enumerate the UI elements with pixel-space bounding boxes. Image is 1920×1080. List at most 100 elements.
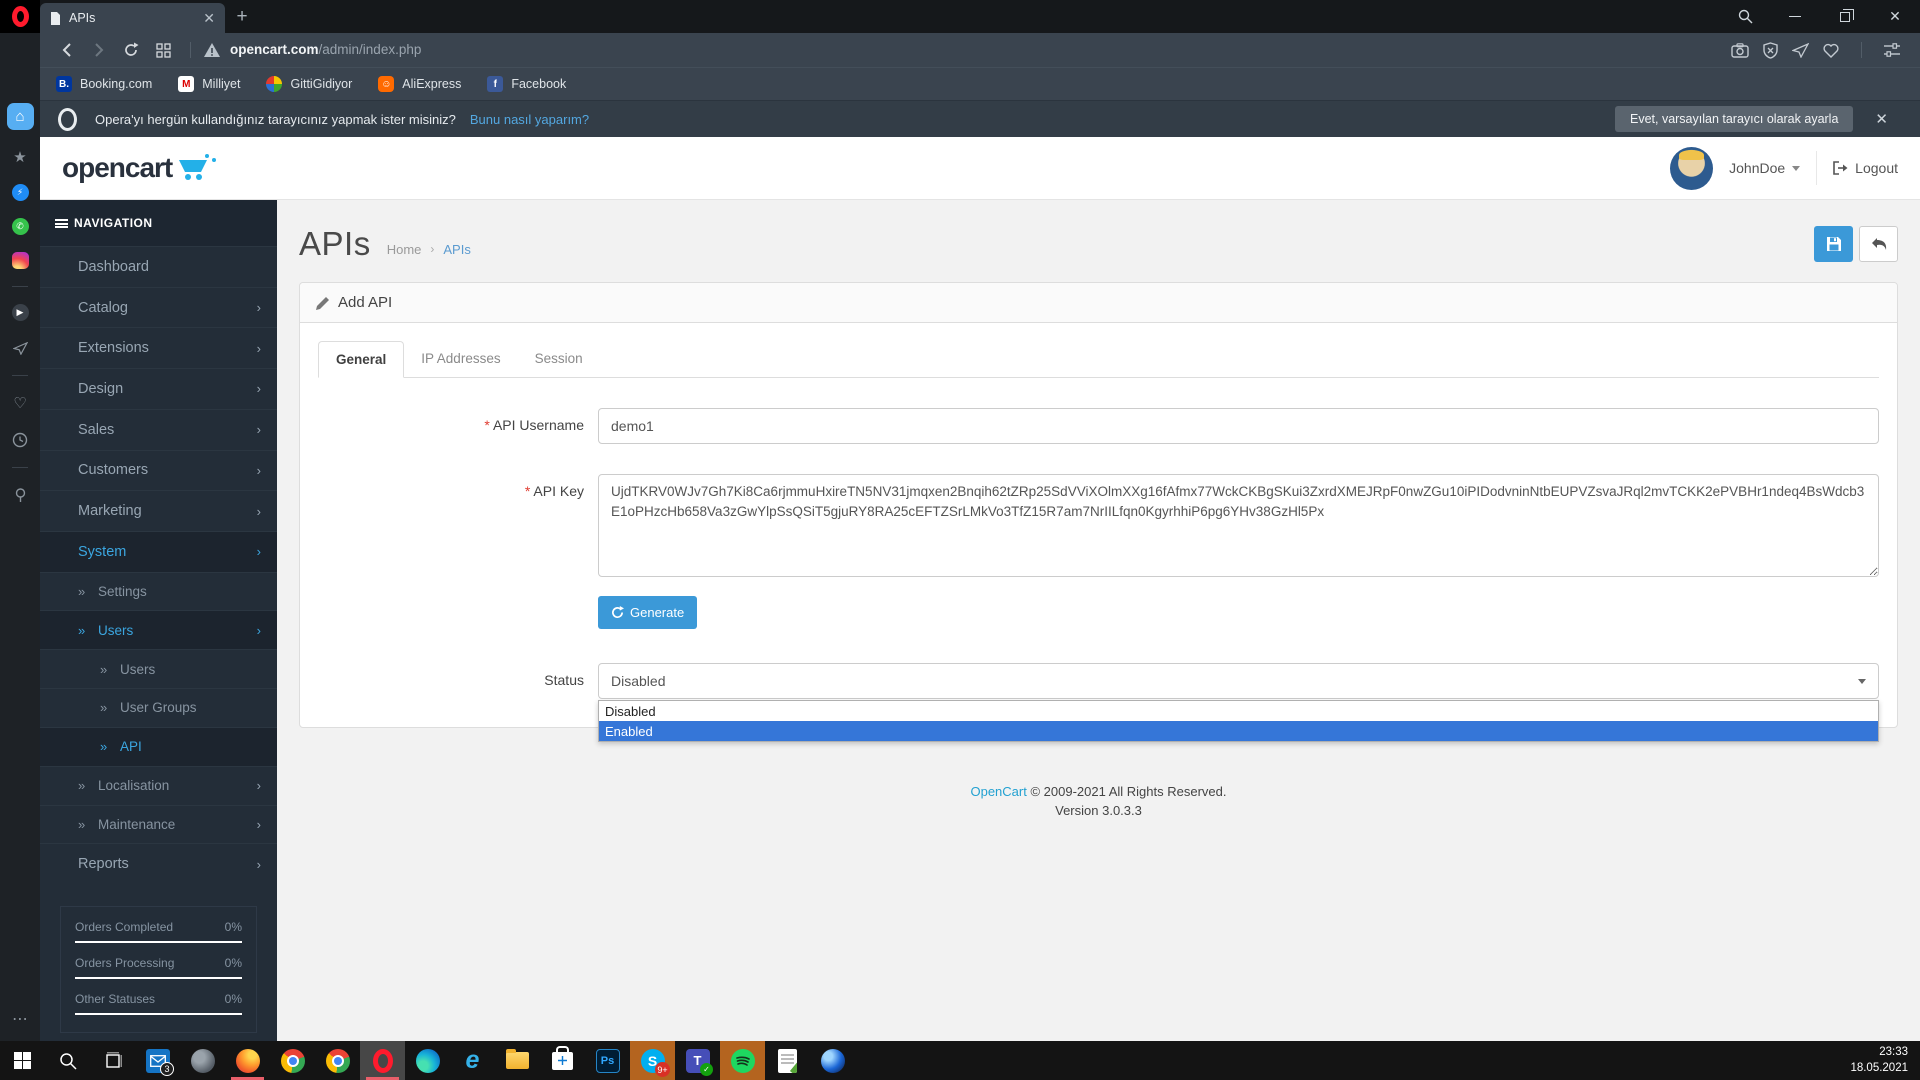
logout-button[interactable]: Logout: [1833, 160, 1898, 176]
messenger-icon[interactable]: ⚡: [11, 184, 29, 201]
sidebar-item-extensions[interactable]: Extensions ›: [40, 327, 277, 368]
bookmark-label: AliExpress: [402, 77, 462, 91]
save-button[interactable]: [1814, 226, 1853, 262]
speed-dial-grid-icon[interactable]: [150, 37, 176, 63]
window-close-button[interactable]: ✕: [1870, 0, 1920, 33]
start-button[interactable]: [0, 1041, 45, 1080]
bookmark-heart-icon[interactable]: [1823, 43, 1839, 58]
sidebar-item-design[interactable]: Design ›: [40, 368, 277, 409]
breadcrumb-current-link[interactable]: APIs: [443, 242, 470, 257]
history-clock-icon[interactable]: [10, 430, 30, 450]
opera-button[interactable]: [360, 1041, 405, 1080]
bookmark-facebook[interactable]: f Facebook: [487, 76, 566, 92]
browser-search-button[interactable]: [1720, 0, 1770, 33]
tab-session[interactable]: Session: [518, 341, 600, 378]
settings-sliders-icon[interactable]: [1884, 43, 1900, 57]
forward-button[interactable]: [86, 37, 112, 63]
sidebar-item-label: Users: [98, 622, 134, 638]
mail-app-button[interactable]: 3: [135, 1041, 180, 1080]
banner-close-icon[interactable]: ✕: [1875, 110, 1888, 128]
status-option-disabled[interactable]: Disabled: [599, 701, 1878, 721]
site-warning-icon[interactable]: [203, 42, 221, 58]
sidebar-item-dashboard[interactable]: Dashboard: [40, 246, 277, 287]
status-select[interactable]: Disabled: [598, 663, 1879, 699]
banner-help-link[interactable]: Bunu nasıl yaparım?: [470, 112, 589, 127]
internet-explorer-button[interactable]: e: [450, 1041, 495, 1080]
sidebar-item-sales[interactable]: Sales ›: [40, 408, 277, 450]
sidebar-item-customers[interactable]: Customers ›: [40, 449, 277, 491]
breadcrumb-home-link[interactable]: Home: [387, 242, 422, 257]
firefox-button[interactable]: [225, 1041, 270, 1080]
user-avatar[interactable]: [1670, 146, 1714, 190]
taskbar-search-button[interactable]: [45, 1041, 90, 1080]
order-stats-box: Orders Completed 0% Orders Processing 0% O…: [60, 906, 257, 1034]
page-doc-icon: [50, 11, 61, 25]
pinboard-icon[interactable]: [10, 485, 30, 505]
url-field[interactable]: opencart.com/admin/index.php: [203, 41, 1731, 59]
bookmark-milliyet[interactable]: M Milliyet: [178, 76, 240, 92]
set-default-browser-button[interactable]: Evet, varsayılan tarayıcı olarak ayarla: [1614, 106, 1854, 132]
bookmark-booking[interactable]: B. Booking.com: [56, 76, 152, 92]
task-view-button[interactable]: [90, 1041, 135, 1080]
sidebar-item-maintenance[interactable]: Maintenance ›: [40, 804, 277, 844]
tab-ip-addresses[interactable]: IP Addresses: [404, 341, 517, 378]
gray-app-button[interactable]: [180, 1041, 225, 1080]
sidebar-more-icon[interactable]: ⋯: [12, 1009, 28, 1029]
opera-menu-button[interactable]: [0, 0, 40, 33]
back-to-list-button[interactable]: [1859, 226, 1898, 262]
opencart-footer-link[interactable]: OpenCart: [970, 784, 1026, 799]
sidebar-item-users[interactable]: Users ›: [40, 610, 277, 650]
whatsapp-icon[interactable]: ✆: [11, 218, 29, 235]
sidebar-item-catalog[interactable]: Catalog ›: [40, 286, 277, 328]
window-minimize-button[interactable]: [1770, 0, 1820, 33]
speed-dial-home-icon[interactable]: ⌂: [6, 103, 34, 130]
taskbar-clock[interactable]: 23:33 18.05.2021: [1850, 1041, 1920, 1080]
chevron-right-icon: ›: [256, 816, 261, 832]
sidebar-item-marketing[interactable]: Marketing ›: [40, 490, 277, 531]
tab-close-icon[interactable]: ✕: [203, 11, 215, 25]
skype-button[interactable]: S 9+: [630, 1041, 675, 1080]
notes-app-button[interactable]: [765, 1041, 810, 1080]
user-menu[interactable]: JohnDoe: [1729, 160, 1801, 176]
blue-app-button[interactable]: [810, 1041, 855, 1080]
sidebar-item-system[interactable]: System ›: [40, 530, 277, 572]
sidebar-item-reports[interactable]: Reports ›: [40, 843, 277, 884]
api-key-textarea[interactable]: UjdTKRV0WJv7Gh7Ki8Ca6rjmmuHxireTN5NV31jm…: [598, 474, 1879, 577]
microsoft-store-button[interactable]: [540, 1041, 585, 1080]
opencart-logo[interactable]: opencart: [62, 152, 217, 184]
edge-button[interactable]: [405, 1041, 450, 1080]
sidebar-item-localisation[interactable]: Localisation ›: [40, 765, 277, 805]
new-tab-button[interactable]: +: [225, 0, 259, 33]
reload-button[interactable]: [118, 37, 144, 63]
generate-button[interactable]: Generate: [598, 596, 698, 629]
chrome-button[interactable]: [270, 1041, 315, 1080]
teams-button[interactable]: T ✓: [675, 1041, 720, 1080]
my-flow-icon[interactable]: [1792, 42, 1809, 58]
chrome-profile-button[interactable]: [315, 1041, 360, 1080]
api-username-input[interactable]: [598, 408, 1879, 444]
sidebar-item-users-sub[interactable]: Users: [40, 649, 277, 688]
browser-tab-apis[interactable]: APIs ✕: [40, 3, 225, 33]
snapshot-camera-icon[interactable]: [1731, 42, 1749, 58]
photoshop-button[interactable]: Ps: [585, 1041, 630, 1080]
player-icon[interactable]: ▶: [11, 304, 29, 321]
heart-panel-icon[interactable]: ♡: [10, 393, 30, 413]
window-restore-button[interactable]: [1820, 0, 1870, 33]
chevron-right-icon: ›: [256, 778, 261, 794]
tab-general[interactable]: General: [318, 341, 405, 378]
bookmark-aliexpress[interactable]: ☺ AliExpress: [378, 76, 461, 92]
sidebar-item-settings[interactable]: Settings: [40, 571, 277, 611]
instagram-icon[interactable]: [11, 252, 29, 269]
bookmark-gittigidiyor[interactable]: GittiGidiyor: [266, 76, 352, 92]
sidebar-item-api[interactable]: API: [40, 726, 277, 766]
file-explorer-button[interactable]: [495, 1041, 540, 1080]
sidebar-item-user-groups[interactable]: User Groups: [40, 688, 277, 727]
flow-plane-icon[interactable]: [10, 338, 30, 358]
bookmarks-star-icon[interactable]: ★: [10, 147, 30, 167]
status-option-enabled[interactable]: Enabled: [599, 721, 1878, 741]
adblock-shield-icon[interactable]: [1763, 41, 1778, 59]
back-button[interactable]: [54, 37, 80, 63]
stat-label: Orders Processing: [75, 956, 175, 971]
chevron-right-icon: ›: [256, 622, 261, 638]
spotify-button[interactable]: [720, 1041, 765, 1080]
